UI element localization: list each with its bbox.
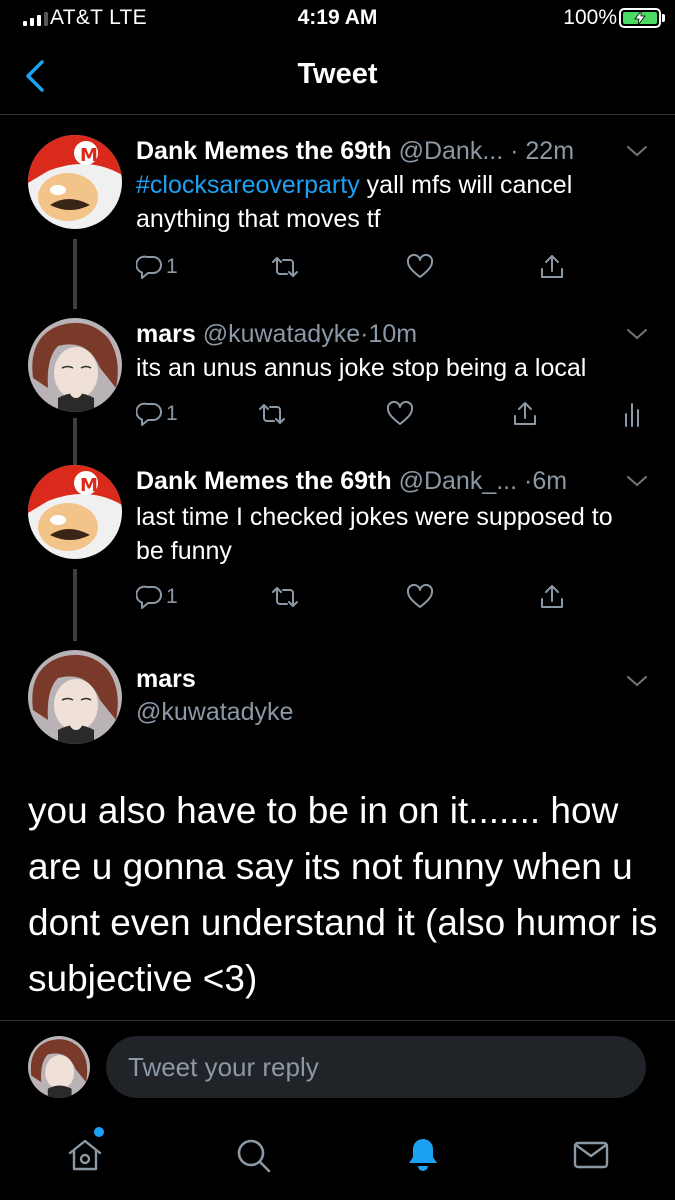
retweet-button[interactable] <box>258 398 286 430</box>
main-tweet-text: you also have to be in on it....... how … <box>28 790 658 999</box>
reply-count: 1 <box>166 402 178 425</box>
battery-percent: 100% <box>563 6 617 29</box>
reply-button[interactable]: 1 <box>136 251 178 283</box>
reply-count: 1 <box>166 255 178 278</box>
thread-line <box>73 239 77 309</box>
notifications-icon <box>409 1139 437 1171</box>
avatar[interactable]: M <box>28 465 122 559</box>
status-bar: AT&T LTE 4:19 AM 100% <box>0 0 675 38</box>
tab-home[interactable] <box>62 1132 108 1178</box>
analytics-button[interactable] <box>618 398 646 430</box>
tweet-actions: 1 <box>136 251 656 283</box>
author-name[interactable]: mars <box>136 320 196 348</box>
tweet-time: 22m <box>525 137 575 165</box>
divider <box>0 1020 675 1021</box>
avatar[interactable]: M <box>28 135 122 229</box>
page-title: Tweet <box>297 58 378 90</box>
hashtag-link[interactable]: #clocksareoverparty <box>136 171 360 199</box>
author-name[interactable]: mars <box>136 665 196 694</box>
heart-icon <box>406 253 434 278</box>
heart-icon <box>386 400 414 425</box>
svg-text:M: M <box>80 475 98 496</box>
like-button[interactable] <box>406 251 434 283</box>
retweet-icon <box>259 404 285 424</box>
tweet-actions: 1 <box>136 581 656 613</box>
battery-icon <box>619 8 665 28</box>
reply-count: 1 <box>166 585 178 608</box>
tweet[interactable]: M Dank Memes the 69th @Dank_... ·6m last… <box>0 465 675 645</box>
tweet-text: its an unus annus joke stop being a loca… <box>136 354 587 382</box>
header: Tweet <box>0 38 675 115</box>
author-handle[interactable]: @kuwatadyke <box>203 320 360 348</box>
thread-line <box>73 418 77 468</box>
reply-button[interactable]: 1 <box>136 581 178 613</box>
author-handle[interactable]: @kuwatadyke <box>136 698 293 727</box>
retweet-icon <box>272 587 298 607</box>
home-icon <box>68 1139 102 1171</box>
svg-text:M: M <box>80 145 98 166</box>
reply-button[interactable]: 1 <box>136 398 178 430</box>
retweet-button[interactable] <box>271 251 299 283</box>
avatar[interactable] <box>28 650 122 744</box>
author-handle[interactable]: @Dank... <box>399 137 504 165</box>
share-button[interactable] <box>538 581 566 613</box>
tweet-text: last time I checked jokes were supposed … <box>136 503 613 565</box>
tab-notifications[interactable] <box>400 1132 446 1178</box>
author-name[interactable]: Dank Memes the 69th <box>136 137 392 165</box>
tab-search[interactable] <box>230 1132 276 1178</box>
thread-line <box>73 569 77 641</box>
tweet[interactable]: M Dank Memes the 69th @Dank... · 22m #cl… <box>0 135 675 309</box>
reply-icon <box>136 585 162 609</box>
like-button[interactable] <box>386 398 414 430</box>
tweet[interactable]: mars @kuwatadyke·10m its an unus annus j… <box>0 318 675 468</box>
share-button[interactable] <box>538 251 566 283</box>
heart-icon <box>406 583 434 608</box>
author-handle[interactable]: @Dank_... <box>399 467 517 495</box>
separator: · <box>510 137 519 165</box>
share-icon <box>541 255 563 278</box>
unread-dot <box>94 1127 104 1137</box>
avatar <box>28 1036 90 1098</box>
search-icon <box>237 1139 271 1173</box>
reply-input[interactable] <box>106 1036 646 1098</box>
tab-messages[interactable] <box>568 1132 614 1178</box>
tweet-actions: 1 <box>136 398 656 430</box>
tweet-text: #clocksareoverparty yall mfs will cancel… <box>136 168 646 236</box>
share-icon <box>541 585 563 608</box>
author-name[interactable]: Dank Memes the 69th <box>136 467 392 495</box>
share-button[interactable] <box>511 398 539 430</box>
tweet-time: 6m <box>532 467 568 495</box>
analytics-icon <box>625 403 639 427</box>
tweet-time: 10m <box>368 320 418 348</box>
chevron-down-icon[interactable] <box>625 473 649 489</box>
chevron-down-icon[interactable] <box>625 143 649 159</box>
chevron-down-icon[interactable] <box>625 673 649 689</box>
reply-icon <box>136 402 162 426</box>
reply-icon <box>136 255 162 279</box>
like-button[interactable] <box>406 581 434 613</box>
retweet-button[interactable] <box>271 581 299 613</box>
avatar[interactable] <box>28 318 122 412</box>
messages-icon <box>573 1141 609 1169</box>
chevron-down-icon[interactable] <box>625 326 649 342</box>
retweet-icon <box>272 257 298 277</box>
share-icon <box>514 402 536 425</box>
